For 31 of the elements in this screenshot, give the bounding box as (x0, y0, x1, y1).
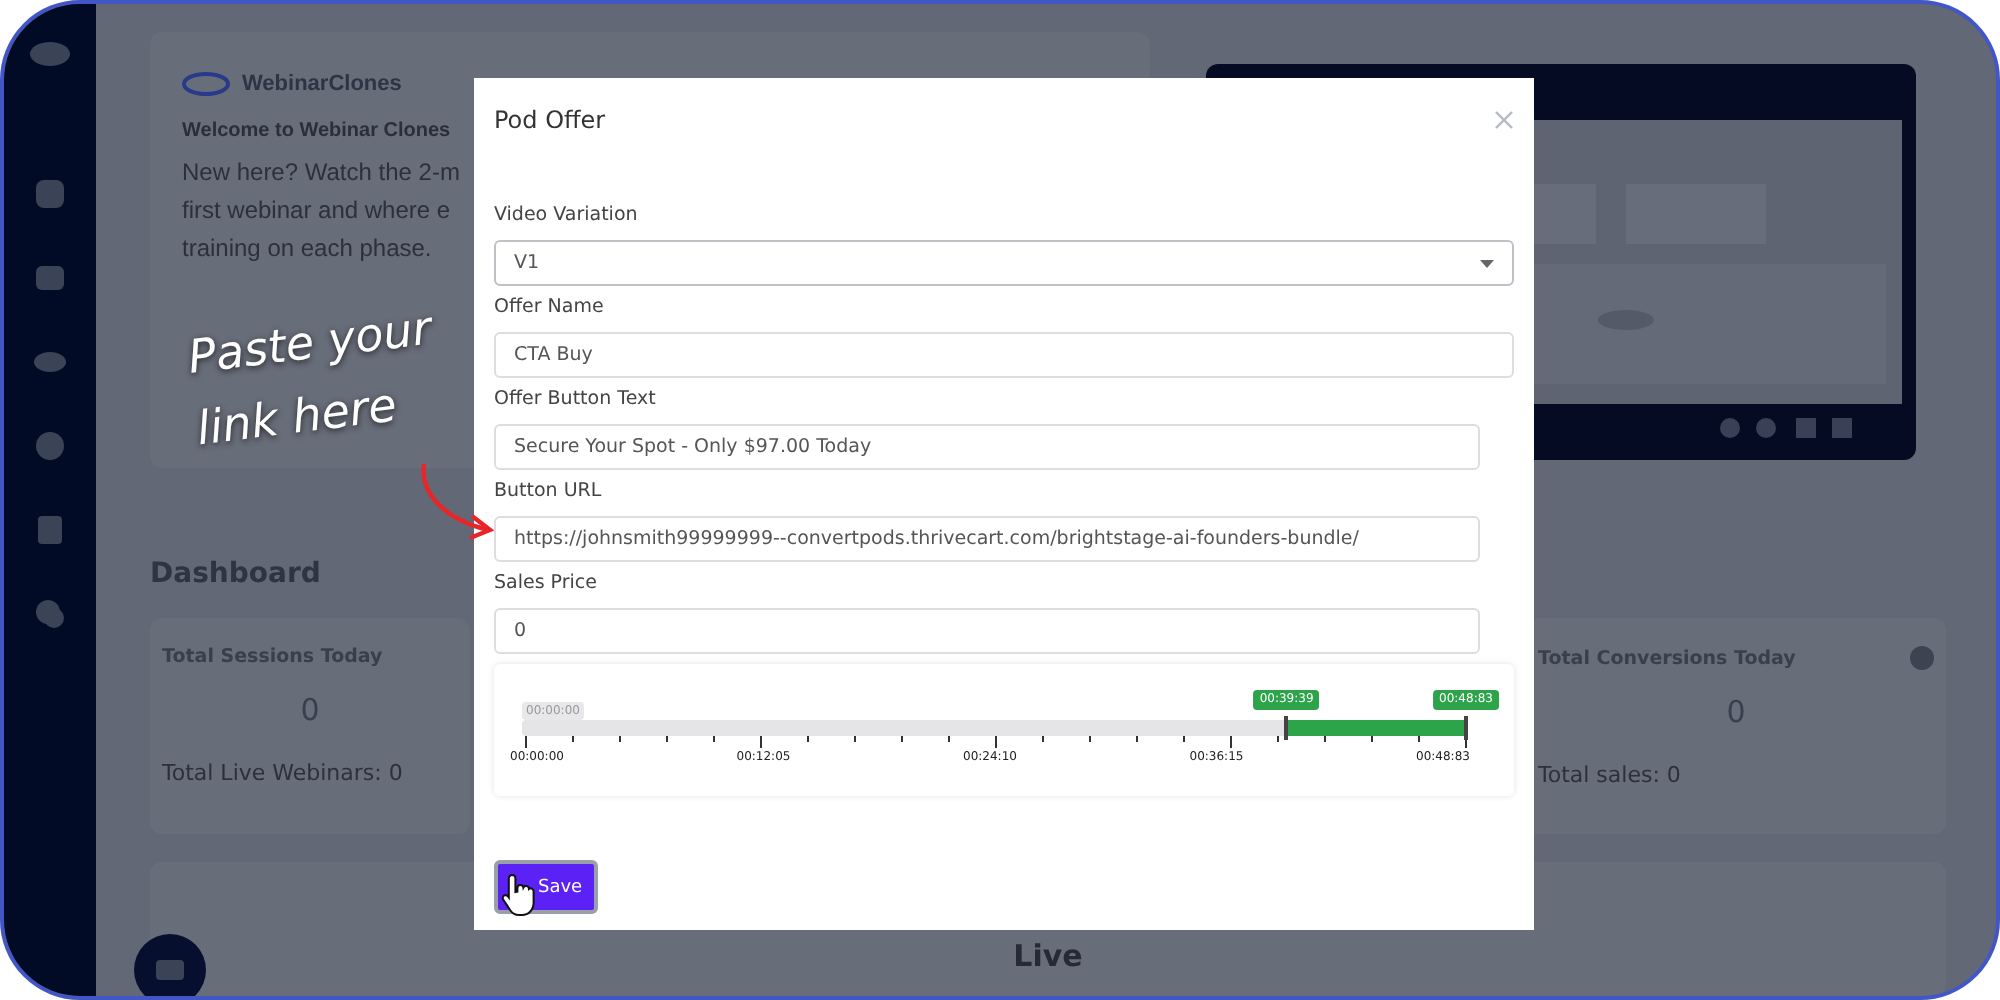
stat-footer: Total sales: 0 (1538, 762, 1681, 788)
brand-name: WebinarClones (242, 72, 402, 96)
rounded-square-icon[interactable] (32, 176, 68, 212)
welcome-text: first webinar and where e (182, 194, 451, 228)
info-icon[interactable] (1910, 646, 1934, 670)
input-field[interactable]: Secure Your Spot - Only $97.00 Today (494, 424, 1480, 470)
close-icon[interactable] (1494, 110, 1514, 130)
input-field[interactable]: CTA Buy (494, 332, 1514, 378)
select-field[interactable]: V1 (494, 240, 1514, 286)
welcome-text: New here? Watch the 2-m (182, 156, 460, 190)
field-label: Video Variation (494, 204, 640, 228)
range-handle[interactable] (1284, 716, 1289, 740)
rectangle-icon[interactable] (32, 260, 68, 296)
stat-footer: Total Live Webinars: 0 (162, 760, 403, 786)
input-field[interactable]: 0 (494, 608, 1480, 654)
modal-title: Pod Offer (494, 106, 606, 134)
chat-icon[interactable] (134, 934, 206, 996)
input-field[interactable]: https://johnsmith99999999--convertpods.thrivecart.com/brightstage-ai-founders-bundle/ (494, 516, 1480, 562)
welcome-text: training on each phase. (182, 232, 432, 266)
page-icon[interactable] (32, 512, 68, 548)
circles-icon[interactable] (32, 596, 68, 632)
field-label: Sales Price (494, 572, 599, 596)
hand-cursor-icon (500, 872, 536, 920)
field-label: Offer Button Text (494, 388, 658, 412)
welcome-title: Welcome to Webinar Clones (182, 120, 451, 142)
field-label: Button URL (494, 480, 604, 504)
circle-icon[interactable] (32, 428, 68, 464)
field-label: Offer Name (494, 296, 606, 320)
range-handle[interactable] (1464, 716, 1468, 740)
section-title: Live (1013, 938, 1083, 978)
handwritten-note: Paste your link here (184, 301, 437, 461)
